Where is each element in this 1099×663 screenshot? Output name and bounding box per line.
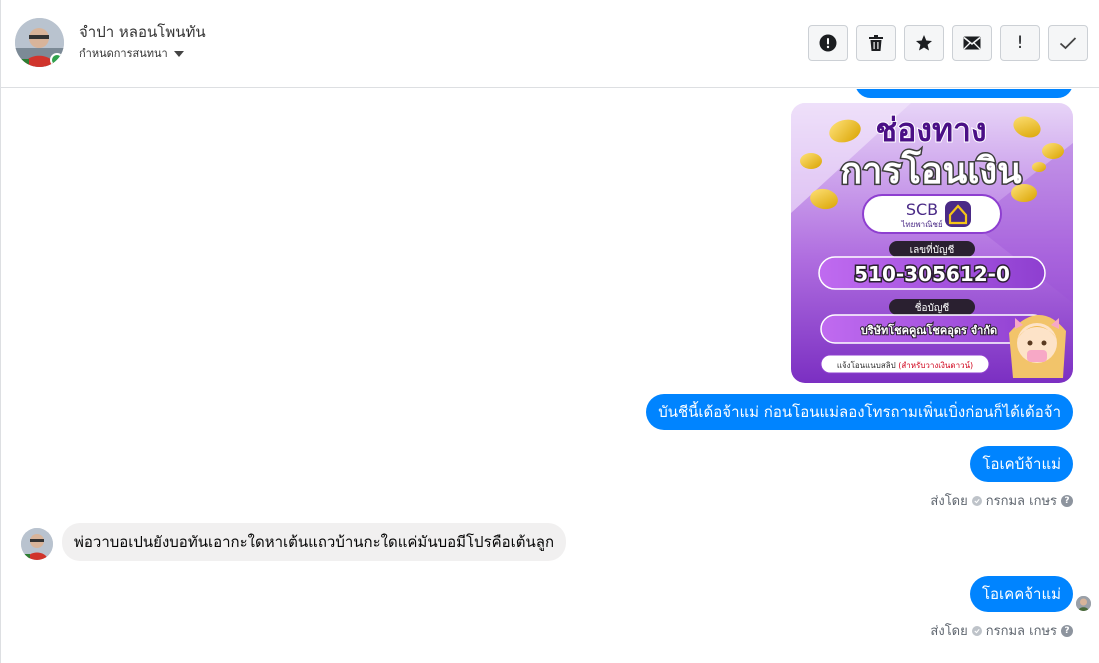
message-bubble-outgoing[interactable]: โอเคบ้จ้าแม่ — [970, 446, 1073, 482]
sent-by-indicator: ส่งโดย กรกมล เกษร ? — [930, 620, 1073, 641]
envelope-icon — [963, 36, 981, 50]
conversation-header: จำปา หลอนโพนทัน กำหนดการสนทนา ! — [1, 0, 1099, 88]
cartoon-girl-illustration — [1009, 314, 1066, 378]
conversation-settings-dropdown[interactable]: กำหนดการสนทนา — [79, 44, 184, 62]
message-bubble-outgoing-partial — [855, 89, 1073, 98]
trash-icon — [869, 35, 883, 51]
sender-name[interactable]: กรกมล เกษร — [986, 490, 1057, 511]
report-button[interactable] — [808, 25, 848, 61]
account-number: 510-305612-0 — [854, 262, 1010, 286]
sent-by-label: ส่งโดย — [930, 624, 968, 639]
bank-name: SCB — [906, 200, 938, 219]
card-title-line2: การโอนเงิน — [840, 149, 1022, 192]
help-icon[interactable]: ? — [1061, 494, 1073, 507]
contact-name[interactable]: จำปา หลอนโพนทัน — [79, 20, 206, 44]
conversation-settings-label: กำหนดการสนทนา — [79, 47, 168, 60]
read-receipt-avatar — [1076, 596, 1091, 611]
bank-transfer-image[interactable]: ช่องทาง การโอนเงิน SCB ไทยพาณิชย์ เลขที่… — [791, 103, 1073, 383]
caret-down-icon — [173, 51, 184, 57]
mark-unread-button[interactable] — [952, 25, 992, 61]
contact-avatar-small[interactable] — [21, 528, 53, 560]
card-title-line1: ช่องทาง — [875, 111, 986, 149]
sent-by-indicator: ส่งโดย กรกมล เกษร ? — [930, 490, 1073, 511]
exclamation-icon: ! — [1016, 33, 1024, 53]
sent-by-label: ส่งโดย — [930, 494, 968, 509]
online-status-dot — [50, 53, 64, 67]
star-button[interactable] — [904, 25, 944, 61]
exclamation-circle-icon — [819, 34, 837, 52]
help-icon[interactable]: ? — [1061, 624, 1073, 637]
message-bubble-outgoing[interactable]: โอเคคจ้าแม่ — [969, 576, 1073, 612]
conversation-toolbar: ! — [808, 25, 1088, 61]
message-thread[interactable]: ช่องทาง การโอนเงิน SCB ไทยพาณิชย์ เลขที่… — [1, 89, 1099, 663]
message-bubble-incoming[interactable]: พ่อวาบอเปนยังบอทันเอากะใดหาเต้นแถวบ้านกะ… — [62, 523, 567, 561]
delete-button[interactable] — [856, 25, 896, 61]
bank-subname: ไทยพาณิชย์ — [900, 219, 942, 229]
contact-avatar[interactable] — [15, 18, 64, 67]
message-bubble-outgoing[interactable]: บันชีนี้เด้อจ้าแม่ ก่อนโอนแม่ลองโทรถามเพ… — [646, 394, 1073, 430]
account-number-label: เลขที่บัญชี — [910, 242, 955, 256]
mark-done-button[interactable] — [1048, 25, 1088, 61]
sender-name[interactable]: กรกมล เกษร — [986, 620, 1057, 641]
account-name-label: ชื่อบัญชี — [915, 300, 950, 314]
spam-button[interactable]: ! — [1000, 25, 1040, 61]
star-icon — [916, 35, 932, 51]
card-footer-note: แจ้งโอนแนบสลิป (สำหรับวางเงินดาวน์) — [837, 360, 973, 370]
sent-check-icon — [971, 495, 982, 506]
account-name: บริษัทโชคคูณโชคอุดร จำกัด — [861, 323, 997, 338]
sent-check-icon — [971, 625, 982, 636]
check-icon — [1059, 37, 1077, 50]
inbox-conversation-view: จำปา หลอนโพนทัน กำหนดการสนทนา ! ช่องทาง … — [0, 0, 1099, 663]
